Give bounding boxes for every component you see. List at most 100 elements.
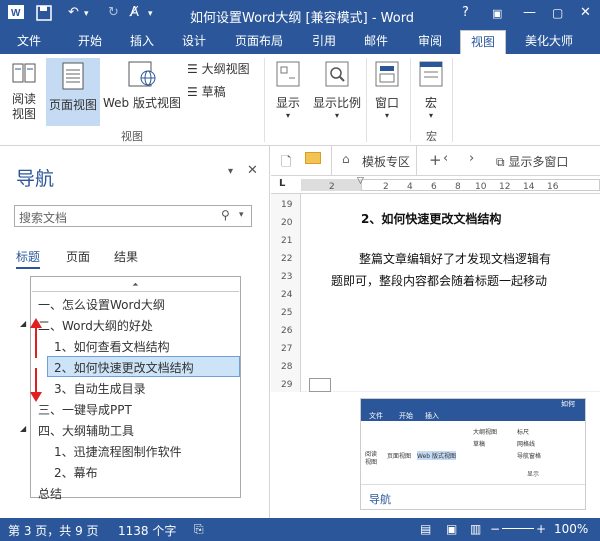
- save-icon[interactable]: [36, 5, 52, 25]
- template-tab[interactable]: ⌂ 模板专区: [331, 146, 417, 176]
- customize-toolbar-icon[interactable]: ▾: [148, 9, 153, 19]
- document-area: 🗋 ⌂ 模板专区 + ‹ › ⧉ 显示多窗口 L ▽ 2 2 4 6 8 10 …: [271, 146, 600, 518]
- tab-results[interactable]: 结果: [114, 248, 138, 265]
- search-options-icon[interactable]: ▾: [239, 210, 244, 220]
- maximize-button[interactable]: ▢: [552, 6, 563, 20]
- thumb-tab: 插入: [425, 412, 439, 420]
- window-button[interactable]: 窗口 ▾: [370, 60, 404, 120]
- word-count[interactable]: 1138 个字: [118, 522, 176, 539]
- vruler-mark: 23: [281, 272, 293, 282]
- ribbon-display-icon[interactable]: ▣: [492, 7, 502, 20]
- outline-item[interactable]: 一、怎么设置Word大纲: [38, 296, 165, 313]
- tab-beautify[interactable]: 美化大师: [516, 30, 582, 54]
- outline-item[interactable]: 四、大纲辅助工具: [38, 422, 134, 439]
- close-button[interactable]: ✕: [580, 5, 591, 20]
- tab-mailings[interactable]: 邮件: [354, 30, 398, 54]
- ruler-mark: 2: [329, 182, 335, 192]
- zoom-button[interactable]: 显示比例 ▾: [310, 60, 364, 120]
- thumb-label: 导航窗格: [517, 453, 542, 460]
- zoom-out-icon[interactable]: −: [490, 522, 500, 536]
- outline-item[interactable]: 2、幕布: [54, 464, 98, 481]
- web-layout-status-icon[interactable]: ▥: [470, 522, 481, 536]
- outline-item[interactable]: 三、一键导成PPT: [38, 401, 132, 418]
- vruler-mark: 22: [281, 254, 293, 264]
- undo-icon[interactable]: ↶: [68, 5, 79, 20]
- add-tab-icon[interactable]: +: [429, 151, 442, 169]
- undo-dropdown-icon[interactable]: ▾: [84, 9, 89, 19]
- word-app-icon: W: [8, 4, 24, 24]
- collapse-icon[interactable]: ◢: [20, 424, 26, 433]
- print-layout-status-icon[interactable]: ▣: [446, 522, 457, 536]
- template-tab-label: 模板专区: [362, 155, 411, 169]
- horizontal-ruler: L ▽ 2 2 4 6 8 10 12 14 16: [271, 176, 600, 194]
- chevron-down-icon: ▾: [384, 111, 389, 120]
- doc-tabs-bar: 🗋 ⌂ 模板专区 + ‹ › ⧉ 显示多窗口: [271, 146, 600, 176]
- draft-view-button[interactable]: ☰ 草稿: [187, 83, 226, 100]
- page-icon: [46, 62, 100, 93]
- tab-references[interactable]: 引用: [302, 30, 346, 54]
- search-icon[interactable]: ⚲: [221, 208, 230, 222]
- doc-paragraph-line[interactable]: 整篇文章编辑好了才发现文档逻辑有: [359, 250, 551, 267]
- pane-options-icon[interactable]: ▾: [228, 166, 233, 177]
- indent-marker[interactable]: ▽: [357, 176, 364, 186]
- thumb-label: 标尺: [517, 429, 530, 436]
- divider: [410, 58, 411, 142]
- zoom-level[interactable]: 100%: [554, 522, 588, 536]
- doc-paragraph-line[interactable]: 题即可，整段内容都会随着标题一起移动: [331, 272, 547, 289]
- tab-layout[interactable]: 页面布局: [226, 30, 292, 54]
- thumb-titlebar: 如何: [361, 399, 585, 411]
- outline-item[interactable]: 总结: [38, 485, 62, 502]
- tab-view[interactable]: 视图: [460, 30, 506, 54]
- tab-design[interactable]: 设计: [172, 30, 216, 54]
- tab-headings[interactable]: 标题: [16, 248, 41, 269]
- thumb-label: Web 版式视图: [417, 451, 456, 460]
- outline-view-button[interactable]: ☰ 大纲视图: [187, 60, 250, 77]
- read-mode-button[interactable]: 阅读 视图: [4, 60, 44, 126]
- globe-icon: [102, 60, 182, 91]
- doc-heading[interactable]: 2、如何快速更改文档结构: [361, 210, 501, 227]
- vruler-mark: 27: [281, 344, 293, 354]
- page-count[interactable]: 第 3 页，共 9 页: [8, 522, 99, 539]
- scroll-left-icon[interactable]: ‹: [443, 151, 448, 166]
- close-pane-icon[interactable]: ✕: [247, 163, 258, 178]
- read-mode-status-icon[interactable]: ▤: [420, 522, 431, 536]
- scroll-up-button[interactable]: ⏶: [32, 278, 239, 292]
- window-title: 如何设置Word大纲 [兼容模式] - Word: [190, 11, 415, 26]
- multi-window-button[interactable]: ⧉ 显示多窗口: [496, 153, 568, 170]
- zoom-in-icon[interactable]: +: [536, 522, 546, 536]
- proofing-icon[interactable]: ⎘: [194, 522, 204, 537]
- resize-handle[interactable]: [309, 378, 331, 392]
- outline-item[interactable]: 3、自动生成目录: [54, 380, 146, 397]
- print-layout-button[interactable]: 页面视图: [46, 58, 100, 126]
- scroll-right-icon[interactable]: ›: [469, 151, 474, 166]
- outline-item[interactable]: 1、如何查看文档结构: [54, 338, 170, 355]
- web-layout-label: Web 版式视图: [103, 96, 181, 110]
- vruler-mark: 21: [281, 236, 293, 246]
- tab-home[interactable]: 开始: [66, 30, 114, 54]
- format-painter-icon[interactable]: A̸: [130, 5, 139, 20]
- tab-selector[interactable]: L: [279, 178, 285, 189]
- tab-file[interactable]: 文件: [0, 30, 58, 54]
- tab-insert[interactable]: 插入: [120, 30, 164, 54]
- book-icon: [4, 60, 44, 89]
- zoom-slider[interactable]: [502, 528, 534, 529]
- outline-item[interactable]: 二、Word大纲的好处: [38, 317, 153, 334]
- minimize-button[interactable]: —: [523, 5, 536, 20]
- outline-item[interactable]: 1、迅捷流程图制作软件: [54, 443, 182, 460]
- macro-button[interactable]: 宏 ▾: [416, 60, 446, 120]
- search-placeholder: 搜索文档: [19, 211, 68, 225]
- tab-pages[interactable]: 页面: [66, 248, 90, 265]
- web-layout-button[interactable]: Web 版式视图: [102, 60, 182, 126]
- search-input[interactable]: 搜索文档 ⚲ ▾: [14, 205, 252, 227]
- redo-icon[interactable]: ↻: [108, 5, 119, 20]
- outline-item-selected[interactable]: 2、如何快速更改文档结构: [47, 356, 240, 377]
- document-page-lower: 如何 文件 开始 插入 阅读 视图 页面视图 Web 版式视图 大纲视图 草稿 …: [271, 392, 600, 518]
- vruler-mark: 26: [281, 326, 293, 336]
- embedded-screenshot: 如何 文件 开始 插入 阅读 视图 页面视图 Web 版式视图 大纲视图 草稿 …: [360, 398, 586, 510]
- tab-review[interactable]: 审阅: [408, 30, 452, 54]
- show-button[interactable]: 显示 ▾: [271, 60, 305, 120]
- new-doc-icon[interactable]: 🗋: [281, 153, 291, 175]
- help-button[interactable]: ?: [462, 5, 469, 20]
- folder-icon[interactable]: [305, 152, 321, 164]
- document-page[interactable]: 2、如何快速更改文档结构 整篇文章编辑好了才发现文档逻辑有 题即可，整段内容都会…: [301, 194, 600, 391]
